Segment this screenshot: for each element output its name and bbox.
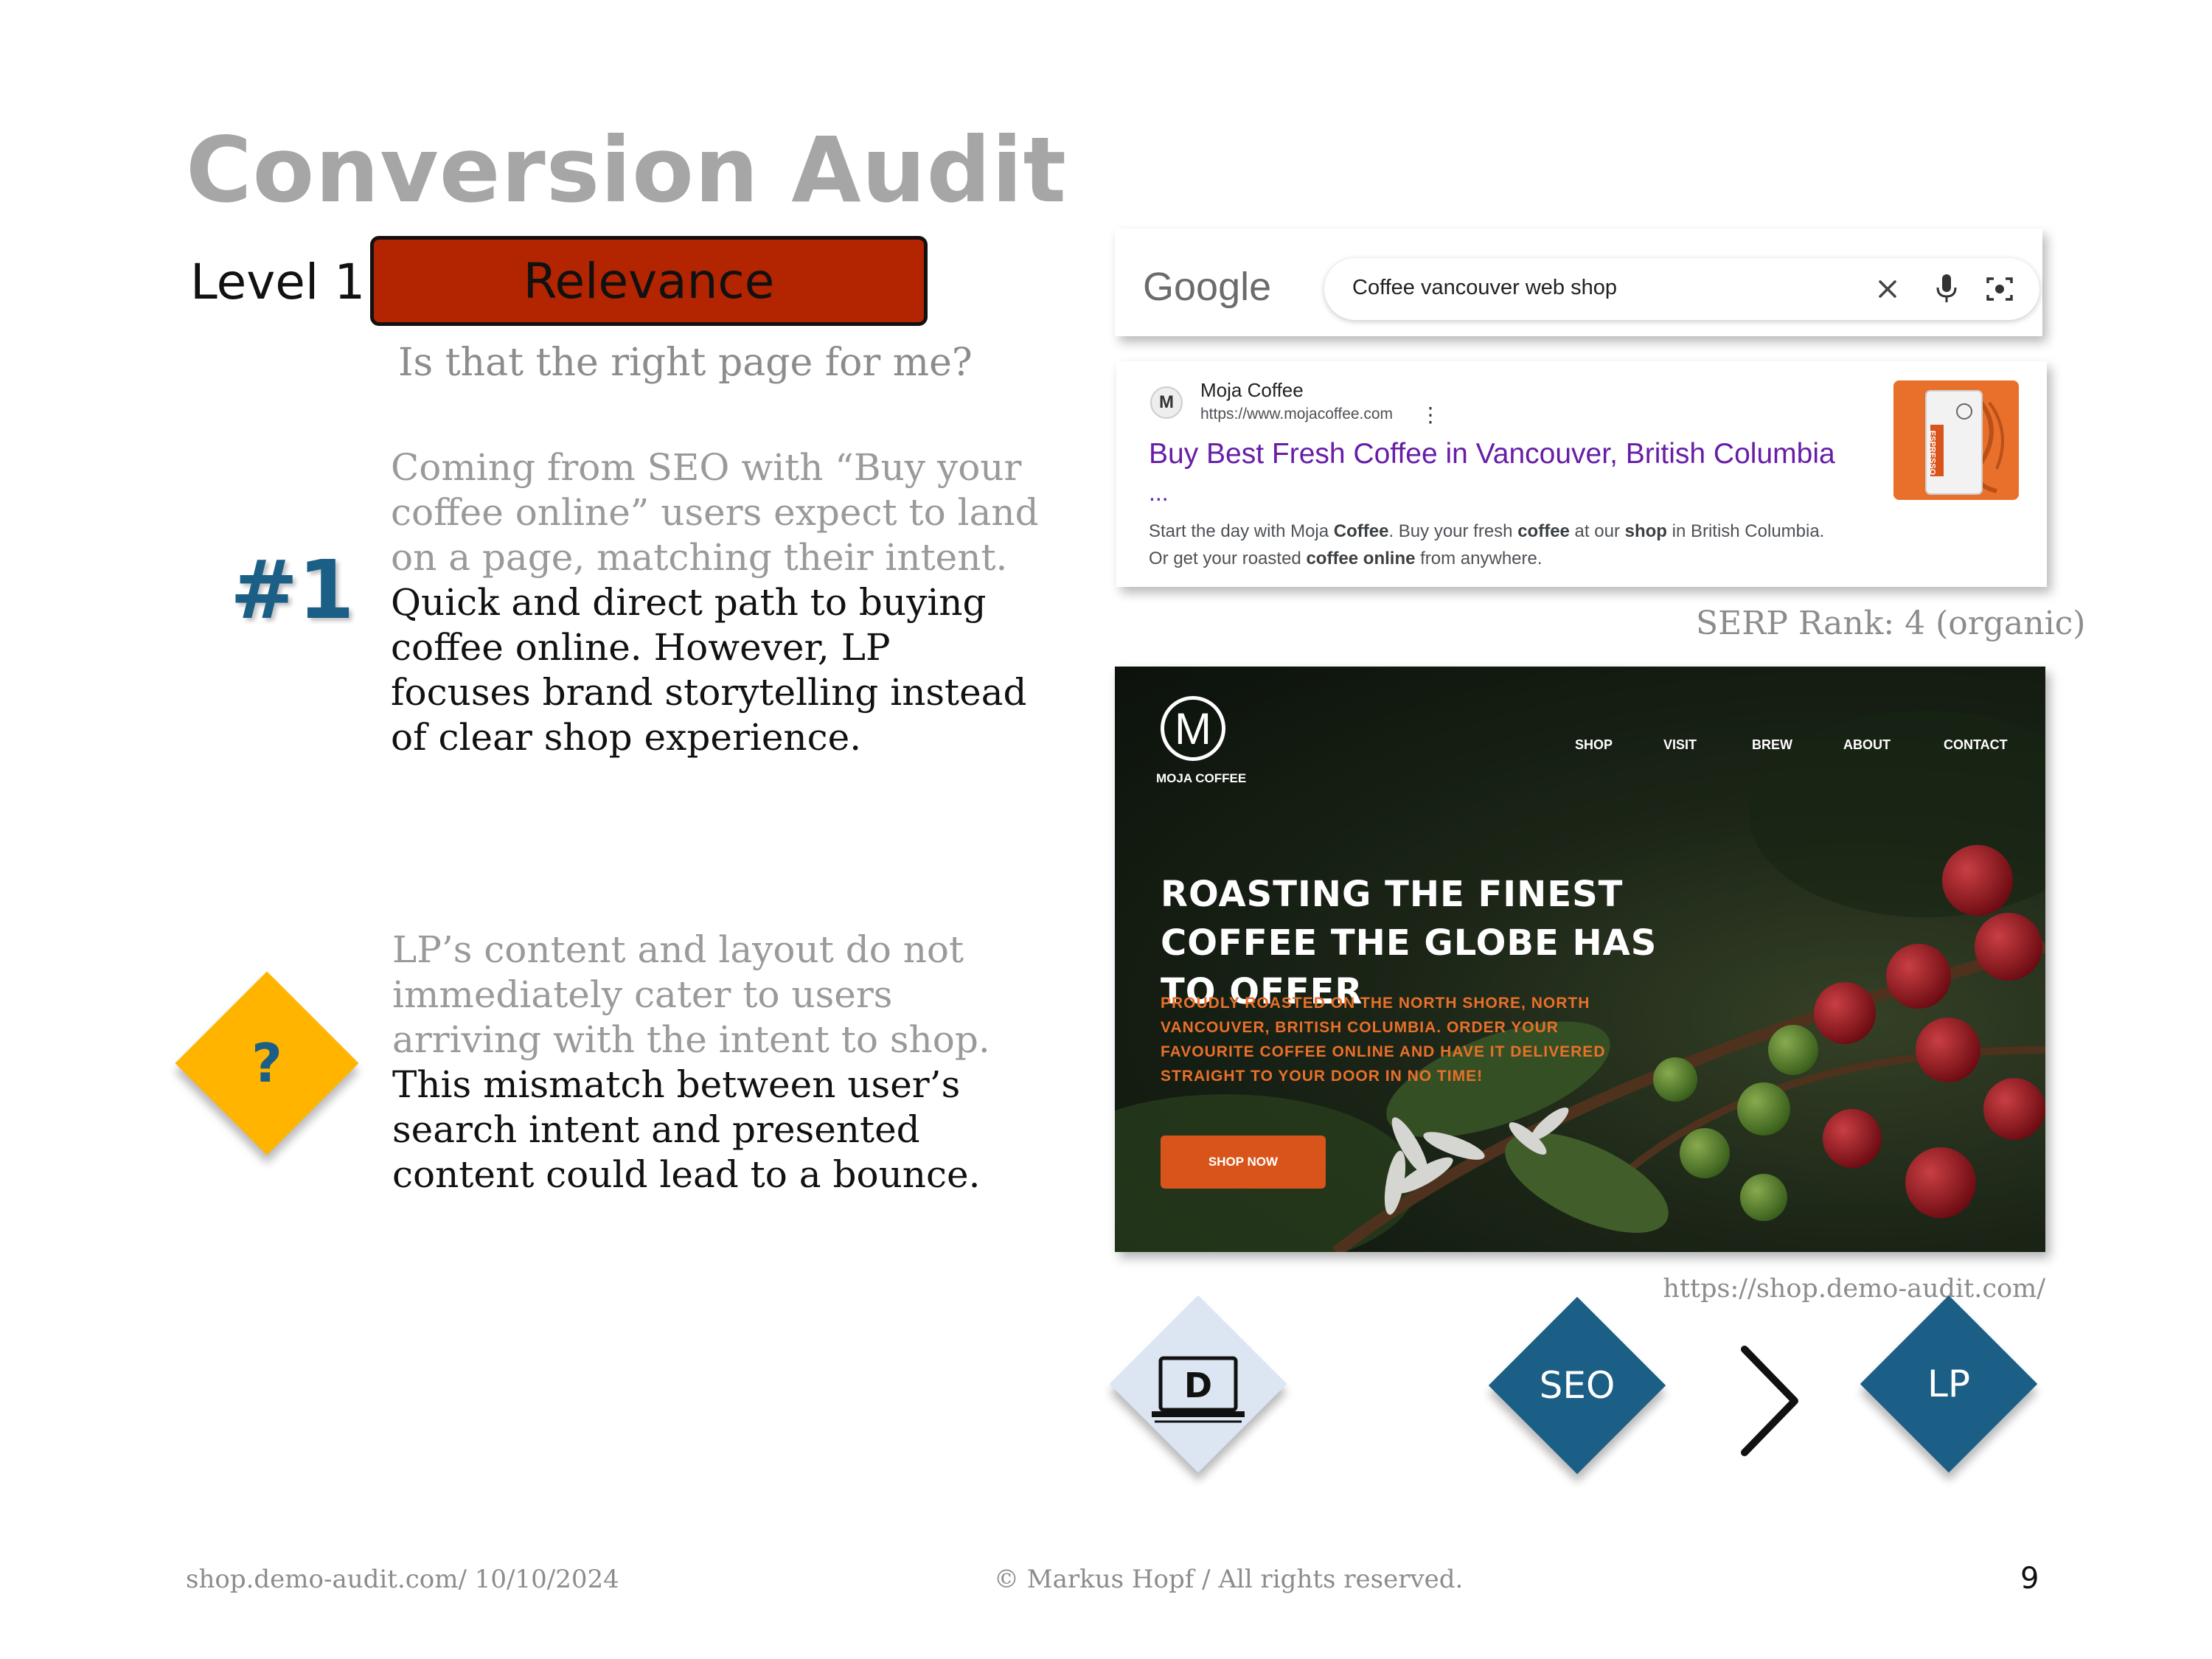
question-icon: ?: [251, 1032, 282, 1094]
result-ellipsis: ...: [1149, 479, 1169, 506]
impact-context: LP’s content and layout do not immediate…: [392, 928, 990, 1061]
result-thumbnail: ESPRESSO: [1893, 380, 2019, 500]
impact-observation: This mismatch between user’s search inte…: [392, 1063, 981, 1196]
snippet-text: at our: [1569, 521, 1625, 541]
finding-number: #1: [230, 543, 355, 637]
chevron-right-icon: [1733, 1340, 1806, 1461]
result-site-url: https://www.mojacoffee.com: [1200, 406, 1394, 422]
snippet-bold: coffee: [1517, 521, 1570, 541]
more-options-icon[interactable]: ⋮: [1420, 403, 1441, 427]
nav-contact[interactable]: CONTACT: [1944, 737, 2008, 753]
moja-brand-name: MOJA COFFEE: [1156, 771, 1247, 785]
snippet-bold: shop: [1624, 521, 1667, 541]
result-title-link[interactable]: Buy Best Fresh Coffee in Vancouver, Brit…: [1149, 438, 1835, 470]
moja-logo[interactable]: M: [1161, 696, 1225, 761]
google-search-query: Coffee vancouver web shop: [1352, 276, 1617, 299]
favicon: M: [1150, 386, 1183, 419]
thumbnail-label: ESPRESSO: [1927, 430, 1937, 476]
nav-brew[interactable]: BREW: [1752, 737, 1792, 753]
finding-text: Coming from SEO with “Buy your coffee on…: [391, 445, 1040, 760]
seo-label: SEO: [1539, 1364, 1615, 1407]
lp-label: LP: [1927, 1363, 1970, 1405]
finding-context: Coming from SEO with “Buy your coffee on…: [391, 446, 1039, 579]
microphone-icon[interactable]: [1932, 271, 1961, 307]
level-badge: Relevance: [370, 236, 928, 326]
snippet-text: Start the day with Moja: [1149, 521, 1334, 541]
hero-subline: PROUDLY ROASTED ON THE NORTH SHORE, NORT…: [1161, 995, 1606, 1085]
level-question: Is that the right page for me?: [398, 341, 973, 385]
nav-about[interactable]: ABOUT: [1843, 737, 1891, 753]
finding-observation: Quick and direct path to buying coffee o…: [391, 581, 1027, 759]
google-logo: Google: [1143, 265, 1272, 309]
shop-now-button[interactable]: SHOP NOW: [1161, 1135, 1326, 1189]
result-snippet: Start the day with Moja Coffee. Buy your…: [1149, 518, 1893, 572]
level-label: Level 1: [190, 254, 366, 310]
device-letter: D: [1183, 1366, 1213, 1405]
snippet-bold: coffee online: [1306, 549, 1416, 568]
snippet-text: from anywhere.: [1415, 549, 1543, 568]
footer-copyright: © Markus Hopf / All rights reserved.: [994, 1565, 1464, 1594]
nav-shop[interactable]: SHOP: [1575, 737, 1613, 753]
impact-text: LP’s content and layout do not immediate…: [392, 928, 1041, 1197]
footer-site-date: shop.demo-audit.com/ 10/10/2024: [186, 1565, 619, 1594]
clear-icon[interactable]: [1873, 274, 1902, 304]
snippet-bold: Coffee: [1333, 521, 1389, 541]
snippet-text: in British Columbia.: [1666, 521, 1825, 541]
nav-visit[interactable]: VISIT: [1663, 737, 1697, 753]
slide-title: Conversion Audit: [186, 118, 1067, 223]
serp-rank: SERP Rank: 4 (organic): [1696, 605, 2086, 642]
snippet-text: Or get your roasted: [1149, 549, 1307, 568]
result-site-name: Moja Coffee: [1200, 379, 1304, 401]
camera-search-icon[interactable]: [1983, 273, 2016, 305]
snippet-text: . Buy your fresh: [1388, 521, 1518, 541]
page-number: 9: [2020, 1562, 2039, 1596]
